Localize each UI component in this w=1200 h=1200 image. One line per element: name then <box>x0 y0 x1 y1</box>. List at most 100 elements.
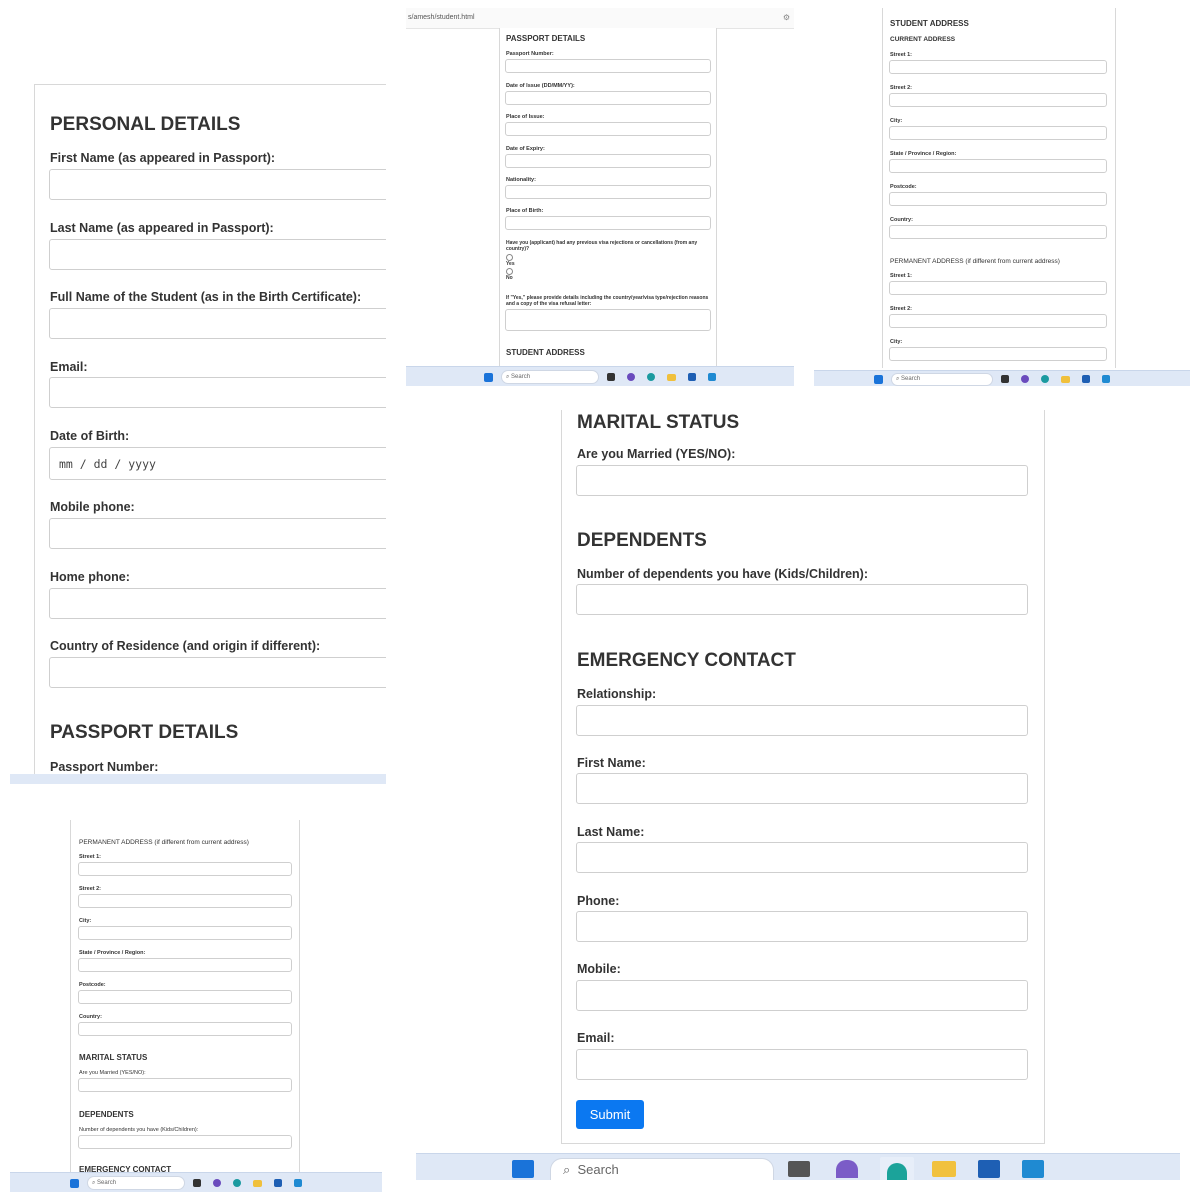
radio-yes[interactable] <box>506 254 513 261</box>
taskbar-search[interactable]: ⌕ Search <box>87 1176 185 1190</box>
search-text: Search <box>901 376 921 382</box>
input-country-residence[interactable] <box>49 657 386 688</box>
input-passport-number[interactable] <box>505 59 711 73</box>
input-married[interactable] <box>78 1078 292 1092</box>
task-view-icon[interactable] <box>1001 375 1009 383</box>
label-passport-number: Passport Number: <box>506 51 554 57</box>
taskbar: ⌕ Search <box>814 370 1190 386</box>
input-current-street-1[interactable] <box>889 60 1107 74</box>
address-bar[interactable]: s/amesh/student.html ⚙ <box>406 8 794 29</box>
input-permanent-postcode[interactable] <box>78 990 292 1004</box>
windows-start-icon[interactable] <box>874 374 883 384</box>
label-permanent-state: State / Province / Region: <box>79 950 146 956</box>
windows-start-icon[interactable] <box>484 372 493 382</box>
taskbar-search[interactable]: ⌕ Search <box>501 370 599 384</box>
input-date-of-birth[interactable]: mm / dd / yyyy <box>49 447 386 480</box>
store-icon[interactable] <box>1082 375 1090 383</box>
input-married[interactable] <box>576 465 1028 496</box>
radio-no[interactable] <box>506 268 513 275</box>
panel-emergency-contact: MARITAL STATUS Are you Married (YES/NO):… <box>416 410 1180 1180</box>
label-current-street-1: Street 1: <box>890 52 913 58</box>
input-email[interactable] <box>576 1049 1028 1080</box>
vscode-icon[interactable] <box>294 1179 302 1187</box>
task-view-icon[interactable] <box>788 1161 810 1177</box>
input-current-postcode[interactable] <box>889 192 1107 206</box>
input-home-phone[interactable] <box>49 588 386 619</box>
input-last-name[interactable] <box>576 842 1028 873</box>
edge-icon[interactable] <box>1041 375 1049 383</box>
input-email[interactable] <box>49 377 386 408</box>
input-permanent-street-2[interactable] <box>889 314 1107 328</box>
input-permanent-street-1[interactable] <box>889 281 1107 295</box>
windows-start-icon[interactable] <box>512 1160 534 1178</box>
vscode-icon[interactable] <box>1102 375 1110 383</box>
input-mobile-phone[interactable] <box>49 518 386 549</box>
file-explorer-icon[interactable] <box>1061 375 1070 383</box>
input-place-of-birth[interactable] <box>505 216 711 230</box>
input-permanent-street-1[interactable] <box>78 862 292 876</box>
label-email: Email: <box>577 1031 615 1045</box>
label-permanent-postcode: Postcode: <box>79 982 106 988</box>
textarea-visa-details[interactable] <box>505 309 711 331</box>
store-icon[interactable] <box>274 1179 282 1187</box>
taskbar-search[interactable]: ⌕ Search <box>550 1157 774 1180</box>
vscode-icon[interactable] <box>1022 1160 1044 1178</box>
edge-icon[interactable] <box>233 1179 241 1187</box>
input-permanent-state[interactable] <box>78 958 292 972</box>
input-current-street-2[interactable] <box>889 93 1107 107</box>
input-permanent-country[interactable] <box>78 1022 292 1036</box>
visa-rejection-question: Have you (applicant) had any previous vi… <box>506 240 698 252</box>
store-icon[interactable] <box>688 373 696 381</box>
submit-button[interactable]: Submit <box>576 1100 644 1129</box>
edge-icon[interactable] <box>880 1157 914 1180</box>
chat-icon[interactable] <box>1021 375 1029 383</box>
input-current-city[interactable] <box>889 126 1107 140</box>
panel-permanent-address: PERMANENT ADDRESS (if different from cur… <box>10 820 382 1192</box>
section-heading-student-address: STUDENT ADDRESS <box>890 19 969 28</box>
input-last-name[interactable] <box>49 239 386 270</box>
input-full-name[interactable] <box>49 308 386 339</box>
vscode-icon[interactable] <box>708 373 716 381</box>
chat-icon[interactable] <box>836 1160 858 1178</box>
chat-icon[interactable] <box>627 373 635 381</box>
section-heading-personal: PERSONAL DETAILS <box>50 114 241 135</box>
file-explorer-icon[interactable] <box>667 373 676 381</box>
visa-details-label: If "Yes," please provide details includi… <box>506 295 709 307</box>
windows-start-icon[interactable] <box>70 1178 79 1188</box>
input-relationship[interactable] <box>576 705 1028 736</box>
settings-icon[interactable]: ⚙ <box>783 8 790 28</box>
task-view-icon[interactable] <box>193 1179 201 1187</box>
taskbar: ⌕ Search <box>10 1172 382 1192</box>
input-nationality[interactable] <box>505 185 711 199</box>
taskbar-icons: ⌕ Search <box>512 1157 1044 1180</box>
label-home-phone: Home phone: <box>50 570 130 584</box>
input-mobile[interactable] <box>576 980 1028 1011</box>
input-dependents[interactable] <box>78 1135 292 1149</box>
file-explorer-icon[interactable] <box>253 1179 262 1187</box>
section-heading-permanent-address: PERMANENT ADDRESS (if different from cur… <box>890 258 1060 265</box>
label-permanent-street-2: Street 2: <box>890 306 913 312</box>
task-view-icon[interactable] <box>607 373 615 381</box>
input-date-of-expiry[interactable] <box>505 154 711 168</box>
edge-icon[interactable] <box>647 373 655 381</box>
input-current-state[interactable] <box>889 159 1107 173</box>
label-email: Email: <box>50 360 88 374</box>
store-icon[interactable] <box>978 1160 1000 1178</box>
label-country-residence: Country of Residence (and origin if diff… <box>50 639 321 653</box>
taskbar-search[interactable]: ⌕ Search <box>891 372 993 386</box>
input-first-name[interactable] <box>49 169 386 200</box>
label-relationship: Relationship: <box>577 687 657 701</box>
input-dependents[interactable] <box>576 584 1028 615</box>
input-permanent-street-2[interactable] <box>78 894 292 908</box>
input-phone[interactable] <box>576 911 1028 942</box>
input-place-of-issue[interactable] <box>505 122 711 136</box>
input-permanent-city[interactable] <box>78 926 292 940</box>
input-permanent-city[interactable] <box>889 347 1107 361</box>
input-current-country[interactable] <box>889 225 1107 239</box>
input-date-of-issue[interactable] <box>505 91 711 105</box>
label-phone: Phone: <box>577 894 620 908</box>
taskbar-icons: ⌕ Search <box>484 370 716 384</box>
input-first-name[interactable] <box>576 773 1028 804</box>
chat-icon[interactable] <box>213 1179 221 1187</box>
file-explorer-icon[interactable] <box>932 1161 956 1177</box>
